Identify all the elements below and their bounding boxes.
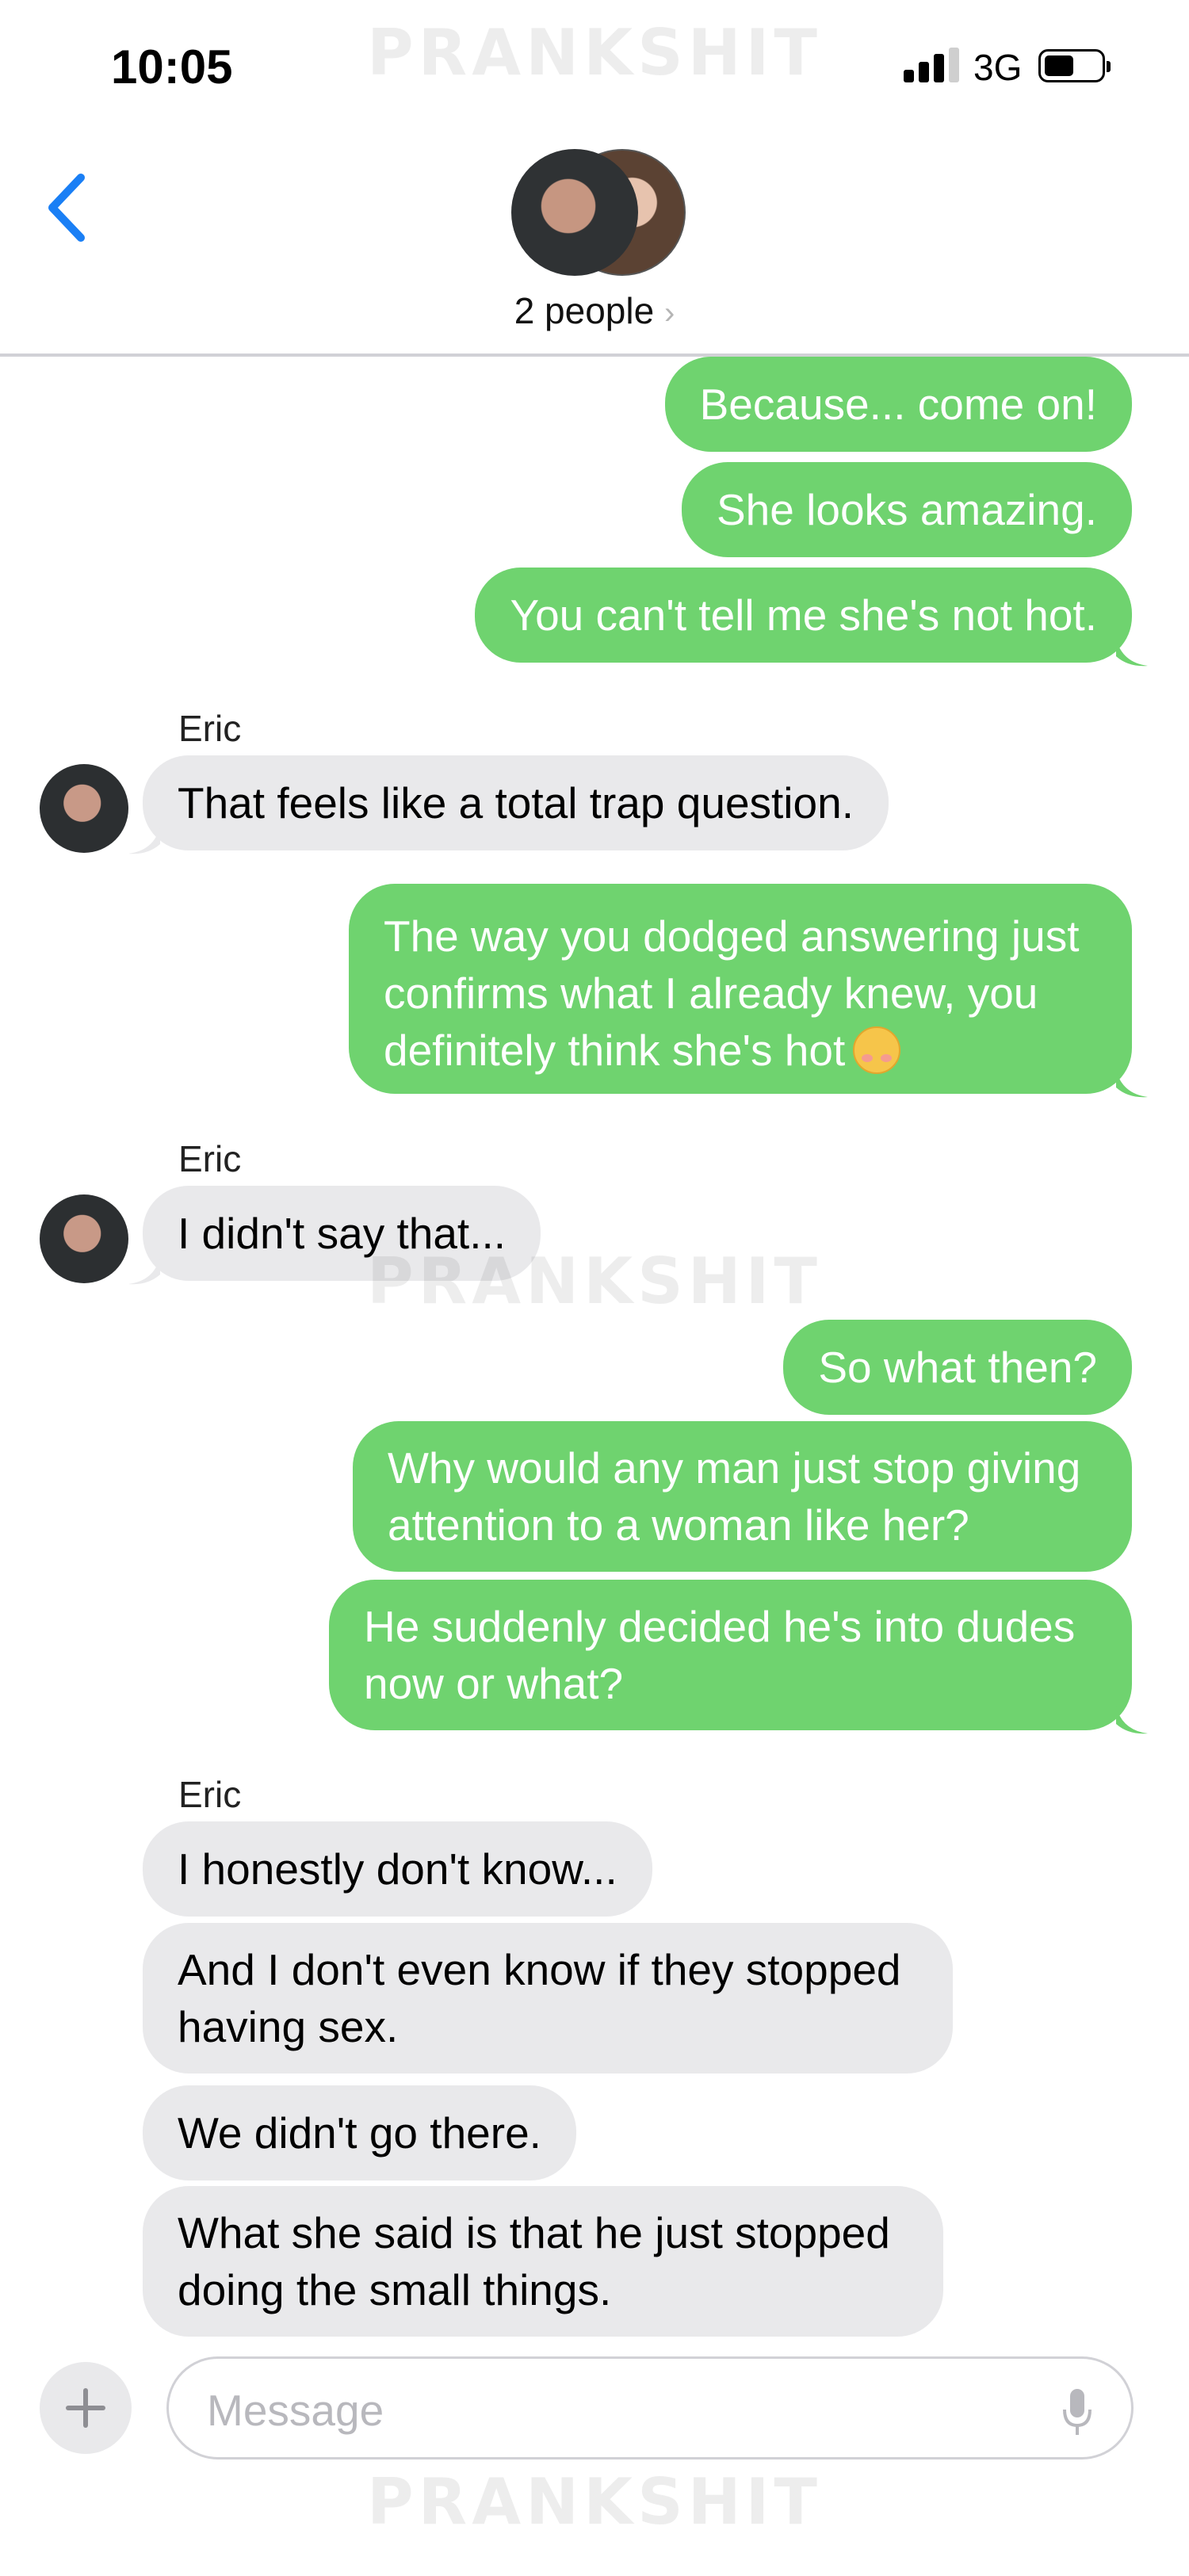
received-message[interactable]: I honestly don't know... [143, 1821, 652, 1917]
participants-label: 2 people [514, 290, 655, 331]
sent-message[interactable]: The way you dodged answering just confir… [349, 884, 1132, 1094]
microphone-icon[interactable] [1061, 2387, 1093, 2438]
chevron-right-icon: › [663, 296, 675, 331]
received-message[interactable]: What she said is that he just stopped do… [143, 2186, 943, 2337]
received-message[interactable]: And I don't even know if they stopped ha… [143, 1923, 953, 2073]
conversation-header: 2 people › [0, 135, 1189, 357]
sent-message[interactable]: You can't tell me she's not hot. [475, 568, 1132, 663]
network-type: 3G [973, 47, 1023, 88]
battery-icon [1038, 49, 1111, 82]
message-input[interactable] [207, 2383, 1000, 2438]
message-line: confirms what I already knew, you [384, 969, 1038, 1018]
sent-message[interactable]: Because... come on! [664, 357, 1132, 452]
cellular-signal-icon [904, 48, 961, 82]
smirk-emoji-icon [853, 1026, 901, 1075]
sender-name: Eric [178, 708, 242, 749]
bubble-tail [1116, 639, 1148, 667]
received-message[interactable]: We didn't go there. [143, 2085, 576, 2180]
sender-name: Eric [178, 1138, 242, 1179]
eric-avatar[interactable] [40, 1194, 128, 1283]
message-field[interactable] [166, 2356, 1134, 2459]
sent-message[interactable]: She looks amazing. [682, 462, 1132, 557]
message-line: attention to a woman like her? [388, 1500, 969, 1550]
message-line: He suddenly decided he's into dudes [364, 1602, 1076, 1651]
status-time: 10:05 [111, 40, 233, 94]
watermark-bottom: PRANKSHIT [367, 2465, 822, 2539]
avatar-man [511, 149, 638, 276]
participants-button[interactable]: 2 people › [0, 289, 1189, 332]
message-line-text: definitely think she's hot [384, 1026, 846, 1075]
eric-avatar[interactable] [40, 764, 128, 853]
bubble-tail [1116, 1070, 1148, 1098]
bubble-tail [128, 1257, 160, 1285]
message-line: Why would any man just stop giving [388, 1443, 1081, 1492]
back-chevron-icon[interactable] [40, 168, 103, 247]
message-line: What she said is that he just stopped [178, 2208, 890, 2257]
message-line: definitely think she's hot [384, 1022, 1097, 1079]
sender-name: Eric [178, 1774, 242, 1815]
received-message[interactable]: I didn't say that... [143, 1186, 541, 1281]
add-attachment-button[interactable] [40, 2362, 132, 2454]
message-line: having sex. [178, 2002, 399, 2051]
group-avatar[interactable] [511, 149, 686, 277]
status-bar: 10:05 3G [0, 0, 1189, 135]
message-line: doing the small things. [178, 2265, 612, 2314]
sent-message[interactable]: He suddenly decided he's into dudes now … [329, 1580, 1132, 1730]
sent-message[interactable]: Why would any man just stop giving atten… [353, 1421, 1132, 1572]
message-line: The way you dodged answering just [384, 912, 1080, 961]
message-line: now or what? [364, 1659, 624, 1708]
bubble-tail [128, 827, 160, 854]
sent-message[interactable]: So what then? [783, 1320, 1132, 1415]
message-line: And I don't even know if they stopped [178, 1945, 901, 1994]
received-message[interactable]: That feels like a total trap question. [143, 755, 889, 850]
bubble-tail [1116, 1707, 1148, 1734]
